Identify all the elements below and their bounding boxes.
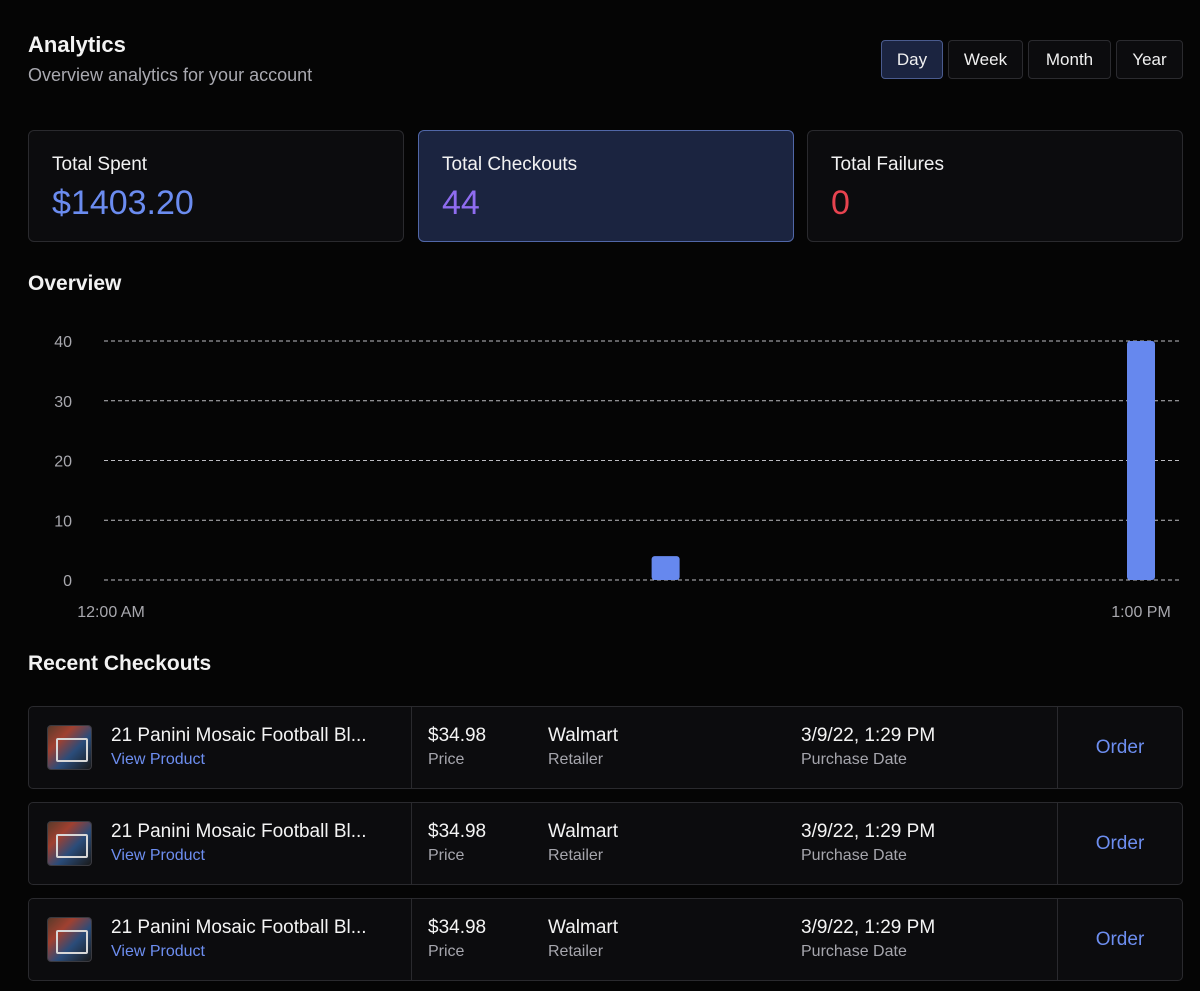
bar[interactable] [1127,341,1155,580]
purchase-date-label: Purchase Date [801,847,907,864]
stat-label: Total Checkouts [442,154,578,175]
retailer-value: Walmart [548,821,619,842]
purchase-date-value: 3/9/22, 1:29 PM [801,821,936,842]
list-item: 21 Panini Mosaic Football Bl... View Pro… [28,802,1183,885]
recent-checkouts-title: Recent Checkouts [28,652,212,675]
order-button[interactable]: Order [1058,707,1182,788]
retailer-label: Retailer [548,847,604,864]
order-button[interactable]: Order [1058,899,1182,980]
product-name: 21 Panini Mosaic Football Bl... [111,725,367,746]
product-name: 21 Panini Mosaic Football Bl... [111,917,367,938]
price-label: Price [428,847,465,864]
purchase-date-value: 3/9/22, 1:29 PM [801,917,936,938]
stat-label: Total Spent [52,154,148,175]
range-year-button[interactable]: Year [1116,40,1183,79]
y-tick-label: 40 [54,334,72,351]
price-label: Price [428,751,465,768]
purchase-date-value: 3/9/22, 1:29 PM [801,725,936,746]
price-value: $34.98 [428,917,487,938]
view-product-link[interactable]: View Product [111,847,205,865]
stat-value: $1403.20 [52,184,194,222]
stat-value: 0 [831,184,850,222]
view-product-link[interactable]: View Product [111,943,205,961]
product-thumbnail [47,725,92,770]
product-thumbnail [47,917,92,962]
overview-bar-chart: 0 10 20 30 40 12:00 AM 1:00 PM [54,334,1180,621]
stat-value: 44 [442,184,480,222]
y-tick-label: 20 [54,454,72,471]
retailer-label: Retailer [548,943,604,960]
purchase-date-label: Purchase Date [801,943,907,960]
stat-label: Total Failures [831,154,944,175]
range-week-button[interactable]: Week [948,40,1023,79]
time-range-selector: Day Week Month Year [881,40,1183,79]
divider [411,803,412,884]
stat-card-total-failures[interactable]: Total Failures 0 [807,130,1183,242]
order-button[interactable]: Order [1058,803,1182,884]
range-month-button[interactable]: Month [1028,40,1111,79]
product-name: 21 Panini Mosaic Football Bl... [111,821,367,842]
divider [411,899,412,980]
product-thumbnail [47,821,92,866]
retailer-label: Retailer [548,751,604,768]
y-tick-label: 30 [54,394,72,411]
list-item: 21 Panini Mosaic Football Bl... View Pro… [28,706,1183,789]
stat-card-total-checkouts[interactable]: Total Checkouts 44 [418,130,794,242]
divider [411,707,412,788]
retailer-value: Walmart [548,725,619,746]
price-value: $34.98 [428,821,487,842]
page-subtitle: Overview analytics for your account [28,65,313,85]
overview-title: Overview [28,272,122,295]
purchase-date-label: Purchase Date [801,751,907,768]
view-product-link[interactable]: View Product [111,751,205,769]
y-tick-label: 10 [54,513,72,530]
range-day-button[interactable]: Day [881,40,943,79]
x-tick-label: 1:00 PM [1111,604,1171,621]
bar[interactable] [651,556,680,580]
list-item: 21 Panini Mosaic Football Bl... View Pro… [28,898,1183,981]
x-tick-label: 12:00 AM [77,604,145,621]
retailer-value: Walmart [548,917,619,938]
price-value: $34.98 [428,725,487,746]
stat-card-total-spent[interactable]: Total Spent $1403.20 [28,130,404,242]
y-tick-label: 0 [63,573,72,590]
price-label: Price [428,943,465,960]
page-title: Analytics [28,32,126,57]
